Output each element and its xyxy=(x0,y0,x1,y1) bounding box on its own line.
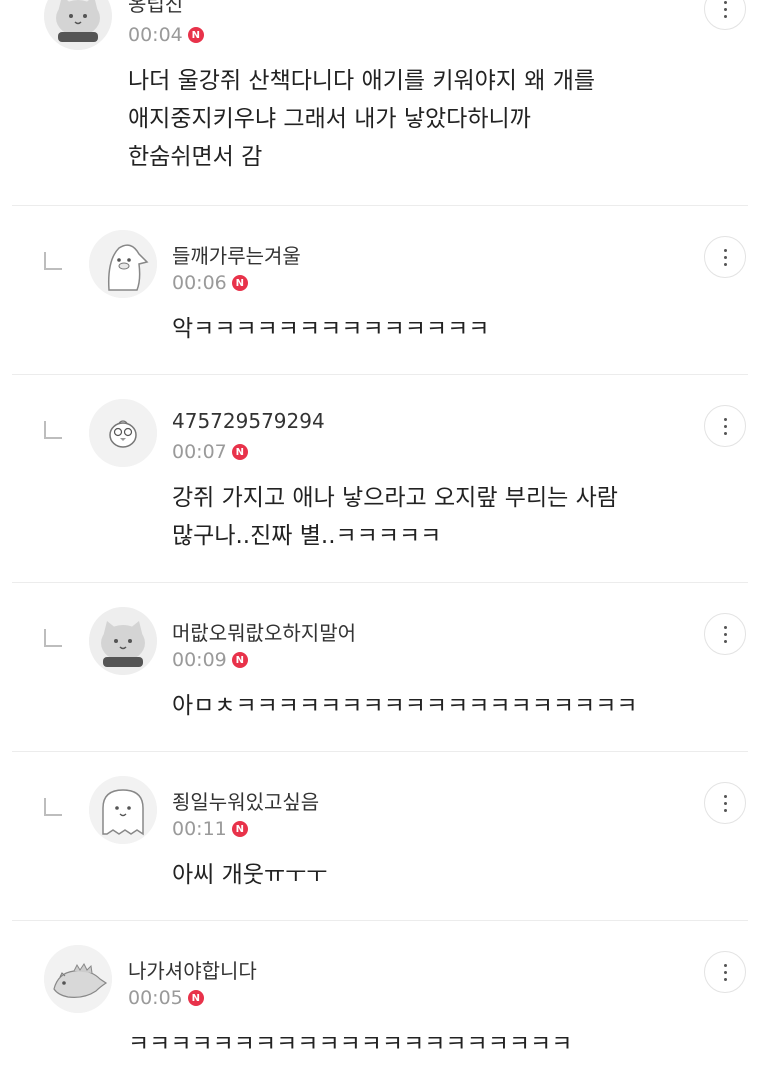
more-options-button[interactable] xyxy=(704,951,746,993)
reply-item: 머랎오뭐랎오하지말어 00:09 N 아ㅁㅊㅋㅋㅋㅋㅋㅋㅋㅋㅋㅋㅋㅋㅋㅋㅋㅋㅋㅋ… xyxy=(0,583,760,751)
cat-avatar-icon[interactable] xyxy=(89,607,157,675)
comment-time: 00:05 xyxy=(128,987,183,1009)
reply-item: 475729579294 00:07 N 강쥐 가지고 애나 낳으라고 오지랖 … xyxy=(0,375,760,582)
comment-nickname[interactable]: 죙일누워있고싶음 xyxy=(172,786,319,815)
new-badge: N xyxy=(187,27,204,43)
comment-text: ㅋㅋㅋㅋㅋㅋㅋㅋㅋㅋㅋㅋㅋㅋㅋㅋㅋㅋㅋㅋㅋ xyxy=(128,1031,573,1057)
comment-text: 악ㅋㅋㅋㅋㅋㅋㅋㅋㅋㅋㅋㅋㅋㅋ xyxy=(172,316,490,342)
comment-nickname[interactable]: 나가셔야합니다 xyxy=(128,955,257,984)
comment-meta: 00:05 N xyxy=(128,987,204,1009)
comment-meta: 00:09 N xyxy=(172,649,248,671)
more-options-button[interactable] xyxy=(704,613,746,655)
comment-meta: 00:04 N xyxy=(128,24,204,46)
more-vertical-icon xyxy=(723,248,727,266)
comment-meta: 00:06 N xyxy=(172,272,248,294)
comment-time: 00:11 xyxy=(172,818,227,840)
comment-nickname[interactable]: 머랎오뭐랎오하지말어 xyxy=(172,617,356,646)
comment-text: 강쥐 가지고 애나 낳으라고 오지랖 부리는 사람 많구나..진짜 별..ㅋㅋㅋ… xyxy=(172,485,618,549)
reply-arrow-icon xyxy=(44,252,62,270)
more-vertical-icon xyxy=(723,963,727,981)
more-vertical-icon xyxy=(723,417,727,435)
more-options-button[interactable] xyxy=(704,782,746,824)
comment-time: 00:07 xyxy=(172,441,227,463)
new-badge: N xyxy=(231,444,248,460)
cat-avatar-icon[interactable] xyxy=(44,0,112,50)
new-badge: N xyxy=(231,652,248,668)
comment-nickname[interactable]: 옹립진 xyxy=(128,0,183,17)
comment-text: 나더 울강쥐 산책다니다 애기를 키워야지 왜 개를 애지중지키우냐 그래서 내… xyxy=(128,68,596,170)
reply-item: 들깨가루는겨울 00:06 N 악ㅋㅋㅋㅋㅋㅋㅋㅋㅋㅋㅋㅋㅋㅋ xyxy=(0,206,760,374)
new-badge: N xyxy=(231,275,248,291)
comment-text: 아ㅁㅊㅋㅋㅋㅋㅋㅋㅋㅋㅋㅋㅋㅋㅋㅋㅋㅋㅋㅋㅋ xyxy=(172,693,638,719)
reply-item: 죙일누워있고싶음 00:11 N 아씨 개웃ㅠㅜㅜ xyxy=(0,752,760,920)
dinosaur-avatar-icon[interactable] xyxy=(44,945,112,1013)
more-options-button[interactable] xyxy=(704,405,746,447)
ghost-avatar-icon[interactable] xyxy=(89,776,157,844)
reply-arrow-icon xyxy=(44,629,62,647)
comment-item: 나가셔야합니다 00:05 N ㅋㅋㅋㅋㅋㅋㅋㅋㅋㅋㅋㅋㅋㅋㅋㅋㅋㅋㅋㅋㅋ xyxy=(0,921,760,1070)
comment-nickname[interactable]: 475729579294 xyxy=(172,409,325,433)
comment-nickname[interactable]: 들깨가루는겨울 xyxy=(172,240,301,269)
comment-time: 00:09 xyxy=(172,649,227,671)
more-vertical-icon xyxy=(723,794,727,812)
comment-meta: 00:11 N xyxy=(172,818,248,840)
reply-arrow-icon xyxy=(44,421,62,439)
new-badge: N xyxy=(231,821,248,837)
comment-time: 00:04 xyxy=(128,24,183,46)
comment-text: 아씨 개웃ㅠㅜㅜ xyxy=(172,862,328,888)
penguin-avatar-icon[interactable] xyxy=(89,230,157,298)
more-options-button[interactable] xyxy=(704,236,746,278)
more-vertical-icon xyxy=(723,625,727,643)
more-vertical-icon xyxy=(723,0,727,18)
comment-time: 00:06 xyxy=(172,272,227,294)
more-options-button[interactable] xyxy=(704,0,746,30)
comment-item: 옹립진 00:04 N 나더 울강쥐 산책다니다 애기를 키워야지 왜 개를 애… xyxy=(0,0,760,205)
comment-meta: 00:07 N xyxy=(172,441,248,463)
reply-arrow-icon xyxy=(44,798,62,816)
chick-avatar-icon[interactable] xyxy=(89,399,157,467)
new-badge: N xyxy=(187,990,204,1006)
